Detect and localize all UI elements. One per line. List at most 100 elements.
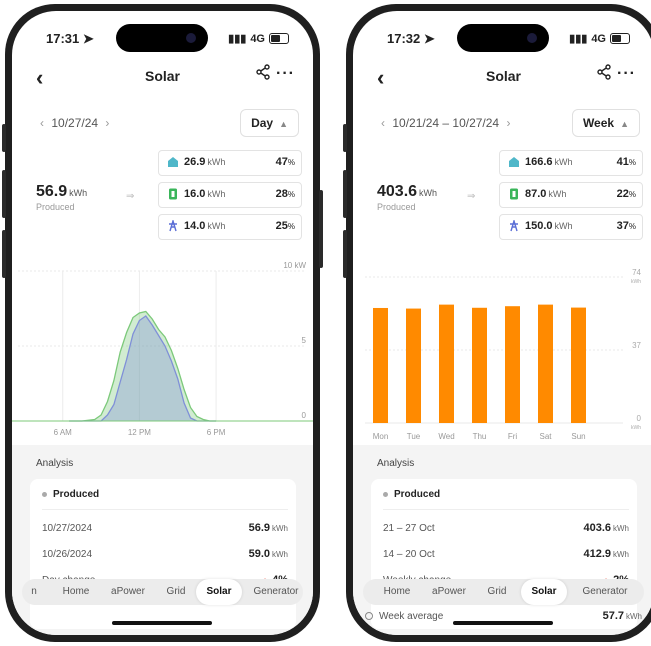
analysis-card: Produced 10/27/2024 56.9 kWh 10/26/2024 59.… (30, 479, 296, 629)
more-options-icon[interactable]: ··· (617, 65, 636, 83)
analysis-row: 21 – 27 Oct 403.6 kWh (383, 522, 629, 534)
power-line-chart[interactable]: 10 kW 5 0 6 AM 12 PM 6 PM (12, 249, 313, 445)
period-dropdown[interactable]: Day ▲ (240, 109, 299, 137)
signal-icon: ▮▮▮ (228, 33, 247, 45)
series-area (69, 316, 217, 421)
tab-grid[interactable]: Grid (479, 579, 515, 605)
status-icons: ▮▮▮ 4G (569, 32, 630, 45)
arrow-right-icon: ⇒ (467, 191, 476, 202)
status-time: 17:32 ➤ (387, 31, 435, 46)
analysis-row: 10/27/2024 56.9 kWh (42, 522, 288, 534)
side-button (343, 230, 347, 278)
analysis-card: Produced 21 – 27 Oct 403.6 kWh 14 – 20 Oct… (371, 479, 637, 629)
y-tick-label: 0 (637, 414, 642, 423)
weekly-bar-chart[interactable]: 74 37 0 kWh kWh Mon Tue Wed Thu Fri Sat Sun (353, 249, 651, 445)
x-tick-label: 6 PM (207, 428, 226, 437)
caret-up-icon: ▲ (279, 119, 288, 129)
tab-bar: Home aPower Grid Solar Generator (363, 579, 644, 605)
tab-apower[interactable]: aPower (102, 579, 154, 605)
breakdown-percent: 47% (275, 156, 295, 168)
tab-apower[interactable]: aPower (423, 579, 475, 605)
next-date-button[interactable]: › (101, 116, 113, 130)
x-tick-label: Wed (438, 432, 454, 441)
previous-date-button[interactable]: ‹ (377, 116, 389, 130)
y-unit-label: kWh (631, 279, 641, 285)
status-icons: ▮▮▮ 4G (228, 32, 289, 45)
breakdown-battery: 87.0 kWh 22% (499, 182, 643, 208)
produced-label: Produced (377, 202, 416, 212)
share-icon[interactable] (255, 64, 271, 85)
dynamic-island (457, 24, 549, 52)
tab-solar[interactable]: Solar (196, 579, 242, 605)
produced-unit: kWh (419, 188, 438, 198)
location-arrow-icon: ➤ (423, 31, 435, 46)
screen-left: 17:31 ➤ ▮▮▮ 4G ‹ Solar ··· ‹ 10/27/24 › … (12, 11, 313, 635)
tab-bar: n Home aPower Grid Solar Generator (22, 579, 303, 605)
legend-dot (383, 491, 388, 497)
bar-thu (472, 307, 487, 423)
screen-right: 17:32 ➤ ▮▮▮ 4G ‹ Solar ··· ‹ 10/21/24 – … (353, 11, 651, 635)
nav-bar: ‹ Solar ··· (353, 61, 651, 91)
arrow-right-icon: ⇒ (126, 191, 135, 202)
signal-icon: ▮▮▮ (569, 33, 588, 45)
battery-status-icon (610, 33, 630, 44)
x-tick-label: Thu (473, 432, 487, 441)
tab-grid[interactable]: Grid (158, 579, 194, 605)
breakdown-home: 166.6 kWh 41% (499, 150, 643, 176)
house-icon (168, 157, 178, 167)
circle-icon (365, 612, 373, 621)
location-arrow-icon: ➤ (82, 31, 94, 46)
produced-unit: kWh (69, 188, 88, 198)
house-icon (509, 157, 519, 167)
share-icon[interactable] (596, 64, 612, 85)
y-tick-label: 10 kW (283, 261, 306, 270)
analysis-row: 14 – 20 Oct 412.9 kWh (383, 548, 629, 560)
bar-sun (571, 307, 586, 423)
analysis-section: Analysis Produced 10/27/2024 56.9 kWh 10/2… (12, 445, 313, 635)
date-range: ‹ 10/21/24 – 10/27/24 › (377, 116, 514, 130)
analysis-title: Analysis (36, 458, 74, 469)
breakdown-grid: 14.0 kWh 25% (158, 214, 302, 240)
tab-home[interactable]: Home (377, 579, 417, 605)
x-tick-label: 6 AM (54, 428, 73, 437)
breakdown-home: 26.9 kWh 47% (158, 150, 302, 176)
side-button (2, 124, 6, 152)
battery-icon (510, 188, 518, 200)
breakdown-value: 150.0 kWh (525, 220, 573, 232)
tab-partial[interactable]: n (28, 579, 40, 605)
tab-home[interactable]: Home (56, 579, 96, 605)
y-tick-label: 0 (302, 411, 307, 420)
phone-frame-left: 17:31 ➤ ▮▮▮ 4G ‹ Solar ··· ‹ 10/27/24 › … (2, 4, 323, 642)
x-tick-label: Mon (373, 432, 389, 441)
battery-status-icon (269, 33, 289, 44)
grid-tower-icon (510, 220, 518, 232)
date-range-label: 10/27/24 (51, 116, 99, 130)
analysis-title: Analysis (377, 458, 415, 469)
x-tick-label: Fri (508, 432, 518, 441)
side-button (2, 230, 6, 278)
side-button (319, 190, 323, 268)
bar-tue (406, 308, 421, 423)
produced-total: 403.6 kWh Produced (377, 183, 437, 212)
breakdown-grid: 150.0 kWh 37% (499, 214, 643, 240)
y-tick-label: 74 (632, 268, 641, 277)
tab-generator[interactable]: Generator (575, 579, 635, 605)
nav-bar: ‹ Solar ··· (12, 61, 313, 91)
y-tick-label: 37 (632, 341, 641, 350)
x-tick-label: Sat (539, 432, 552, 441)
previous-date-button[interactable]: ‹ (36, 116, 48, 130)
next-date-button[interactable]: › (502, 116, 514, 130)
legend-dot (42, 491, 47, 497)
grid-tower-icon (169, 220, 177, 232)
date-range-label: 10/21/24 – 10/27/24 (392, 116, 500, 130)
breakdown-percent: 41% (616, 156, 636, 168)
analysis-row: 10/26/2024 59.0 kWh (42, 548, 288, 560)
period-dropdown[interactable]: Week ▲ (571, 109, 640, 137)
tab-generator[interactable]: Generator (248, 579, 304, 605)
tab-solar[interactable]: Solar (521, 579, 567, 605)
analysis-section: Analysis Produced 21 – 27 Oct 403.6 kWh 14… (353, 445, 651, 635)
home-indicator (453, 621, 553, 625)
bar-wed (439, 304, 454, 423)
side-button (2, 170, 6, 218)
more-options-icon[interactable]: ··· (276, 65, 295, 83)
